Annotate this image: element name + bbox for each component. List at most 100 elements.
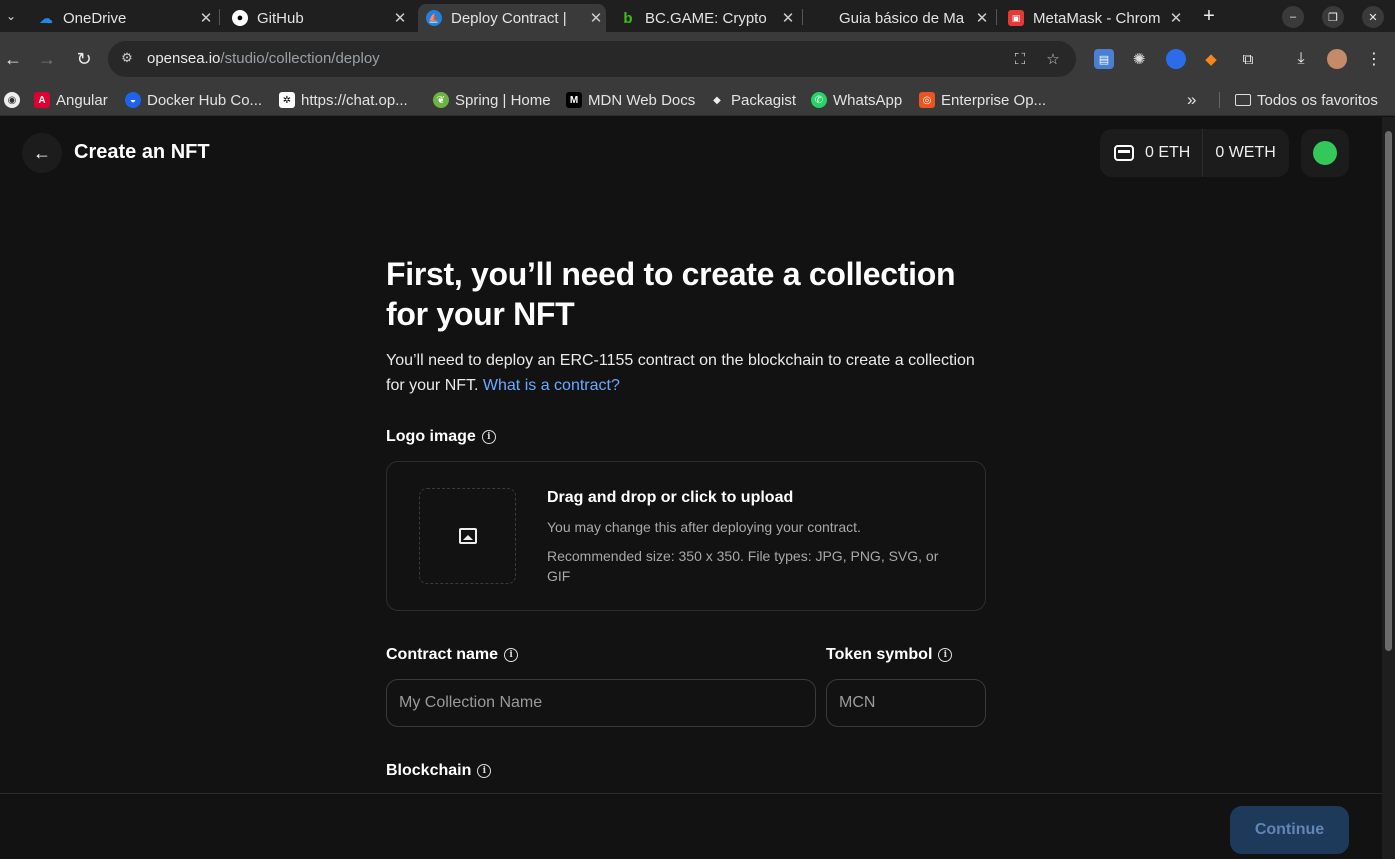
divider bbox=[1202, 129, 1204, 177]
weth-balance: 0 WETH bbox=[1215, 144, 1276, 161]
close-tab-icon[interactable]: ✕ bbox=[972, 9, 992, 27]
mdn-icon: M bbox=[566, 92, 582, 108]
contract-name-label: Contract name i bbox=[386, 646, 519, 664]
close-tab-icon[interactable]: ✕ bbox=[196, 9, 216, 27]
close-tab-icon[interactable]: ✕ bbox=[1166, 9, 1186, 27]
metamask-fox-icon[interactable]: ◆ bbox=[1201, 49, 1221, 69]
intro-body: You’ll need to deploy an ERC-1155 contra… bbox=[386, 352, 975, 394]
browser-toolbar: ← → ↻ ⚙ opensea.io/studio/collection/dep… bbox=[0, 32, 1395, 84]
what-is-contract-link[interactable]: What is a contract? bbox=[483, 377, 620, 394]
account-button[interactable] bbox=[1301, 129, 1349, 177]
tab-github[interactable]: ● GitHub ✕ bbox=[224, 4, 410, 32]
translate-icon[interactable]: ⛶ bbox=[1010, 50, 1030, 70]
info-icon[interactable]: i bbox=[938, 648, 953, 662]
bookmark-angular[interactable]: A Angular bbox=[34, 88, 108, 112]
tab-guia-basico[interactable]: Guia básico de Ma ✕ bbox=[806, 4, 992, 32]
label-text: Blockchain bbox=[386, 762, 472, 779]
tab-title: BC.GAME: Crypto bbox=[645, 9, 767, 27]
docker-icon: ◒ bbox=[125, 92, 141, 108]
restore-icon[interactable]: ❐ bbox=[1322, 6, 1344, 28]
logo-upload-dropzone[interactable]: Drag and drop or click to upload You may… bbox=[386, 461, 986, 611]
label-text: Logo image bbox=[386, 428, 476, 445]
scrollbar-thumb[interactable] bbox=[1385, 131, 1392, 651]
bookmark-chat-openai[interactable]: ✲ https://chat.op... bbox=[279, 88, 408, 112]
close-tab-icon[interactable]: ✕ bbox=[390, 9, 410, 27]
onedrive-icon: ☁ bbox=[39, 9, 53, 26]
more-bookmarks-chevron-icon[interactable]: » bbox=[1187, 88, 1196, 112]
label-text: Contract name bbox=[386, 646, 499, 663]
bookmark-globe[interactable]: ◉ bbox=[4, 88, 26, 112]
bookmark-label: Todos os favoritos bbox=[1257, 91, 1378, 109]
page-scrollbar[interactable] bbox=[1382, 117, 1395, 859]
info-icon[interactable]: i bbox=[477, 764, 492, 778]
info-icon[interactable]: i bbox=[504, 648, 519, 662]
address-bar[interactable]: ⚙ opensea.io/studio/collection/deploy ⛶ … bbox=[108, 41, 1076, 77]
tab-bcgame[interactable]: b BC.GAME: Crypto ✕ bbox=[612, 4, 798, 32]
site-settings-icon[interactable]: ⚙ bbox=[118, 50, 136, 68]
logo-preview-box[interactable] bbox=[419, 488, 516, 584]
ubuntu-icon: ◎ bbox=[919, 92, 935, 108]
label-text: Token symbol bbox=[826, 646, 933, 663]
url-domain: opensea.io bbox=[147, 50, 221, 67]
spring-icon: ❦ bbox=[433, 92, 449, 108]
bookmark-mdn[interactable]: M MDN Web Docs bbox=[566, 88, 695, 112]
browser-menu-icon[interactable]: ⋮ bbox=[1364, 49, 1384, 69]
download-icon[interactable]: ⤓ bbox=[1291, 49, 1311, 69]
tab-deploy-contract[interactable]: ⛵ Deploy Contract | ✕ bbox=[418, 4, 606, 32]
extension-circle-icon[interactable] bbox=[1166, 49, 1186, 69]
bookmark-label: Spring | Home bbox=[455, 91, 551, 109]
github-icon: ● bbox=[232, 10, 248, 26]
angular-icon: A bbox=[34, 92, 50, 108]
upload-recommendation: Recommended size: 350 x 350. File types:… bbox=[547, 548, 939, 584]
tab-metamask[interactable]: ▣ MetaMask - Chrom ✕ bbox=[1000, 4, 1186, 32]
wallet-balance-button[interactable]: 0 ETH 0 WETH bbox=[1100, 129, 1289, 177]
chrome-webstore-icon: ▣ bbox=[1008, 10, 1024, 26]
extensions-puzzle-icon[interactable]: ⧉ bbox=[1238, 49, 1258, 69]
minimize-icon[interactable]: – bbox=[1282, 6, 1304, 28]
blank-page-icon bbox=[814, 10, 830, 26]
reload-icon[interactable]: ↻ bbox=[73, 48, 95, 70]
all-bookmarks-folder[interactable]: Todos os favoritos bbox=[1235, 88, 1378, 112]
bookmark-star-icon[interactable]: ☆ bbox=[1043, 50, 1063, 70]
new-tab-plus-icon[interactable]: + bbox=[1198, 5, 1220, 27]
bookmark-whatsapp[interactable]: ✆ WhatsApp bbox=[811, 88, 902, 112]
bookmark-spring[interactable]: ❦ Spring | Home bbox=[433, 88, 551, 112]
openai-icon: ✲ bbox=[279, 92, 295, 108]
bookmark-enterprise[interactable]: ◎ Enterprise Op... bbox=[919, 88, 1046, 112]
arrow-left-icon: ← bbox=[33, 142, 51, 163]
bookmark-packagist[interactable]: ◆ Packagist bbox=[709, 88, 796, 112]
bookmark-label: Enterprise Op... bbox=[941, 91, 1047, 109]
back-button[interactable]: ← bbox=[22, 133, 62, 173]
close-window-icon[interactable]: ✕ bbox=[1362, 6, 1384, 28]
bookmark-docker[interactable]: ◒ Docker Hub Co... bbox=[125, 88, 262, 112]
back-arrow-icon[interactable]: ← bbox=[2, 48, 24, 70]
create-collection-form: First, you’ll need to create a collectio… bbox=[386, 254, 986, 779]
tab-onedrive[interactable]: ☁ OneDrive ✕ bbox=[30, 4, 216, 32]
packagist-icon: ◆ bbox=[713, 94, 721, 106]
profile-avatar[interactable] bbox=[1327, 49, 1347, 69]
bookmark-label: MDN Web Docs bbox=[588, 91, 696, 109]
bcgame-icon: b bbox=[623, 9, 633, 27]
image-icon bbox=[458, 528, 477, 544]
folder-icon bbox=[1235, 94, 1251, 106]
url-path: /studio/collection/deploy bbox=[220, 50, 380, 67]
token-symbol-label: Token symbol i bbox=[826, 646, 953, 664]
tab-search-chevron-icon[interactable]: ⌄ bbox=[0, 4, 22, 28]
forward-arrow-icon[interactable]: → bbox=[36, 48, 58, 70]
bookmark-label: Angular bbox=[56, 91, 108, 109]
close-tab-icon[interactable]: ✕ bbox=[586, 9, 606, 27]
close-tab-icon[interactable]: ✕ bbox=[778, 9, 798, 27]
info-icon[interactable]: i bbox=[481, 430, 496, 444]
token-symbol-input[interactable] bbox=[826, 679, 986, 727]
bookmark-label: WhatsApp bbox=[833, 91, 903, 109]
wallet-icon bbox=[1114, 145, 1134, 161]
bookmarks-bar: ◉ A Angular ◒ Docker Hub Co... ✲ https:/… bbox=[0, 84, 1395, 116]
contract-name-input[interactable] bbox=[386, 679, 816, 727]
continue-button[interactable]: Continue bbox=[1230, 806, 1349, 854]
tab-title: GitHub bbox=[257, 9, 304, 27]
eth-balance: 0 ETH bbox=[1145, 144, 1191, 161]
page-title: Create an NFT bbox=[74, 141, 210, 163]
upload-subtitle: You may change this after deploying your… bbox=[547, 519, 861, 535]
extension-docs-icon[interactable]: ▤ bbox=[1094, 49, 1114, 69]
extension-gear-icon[interactable]: ✺ bbox=[1129, 49, 1149, 69]
